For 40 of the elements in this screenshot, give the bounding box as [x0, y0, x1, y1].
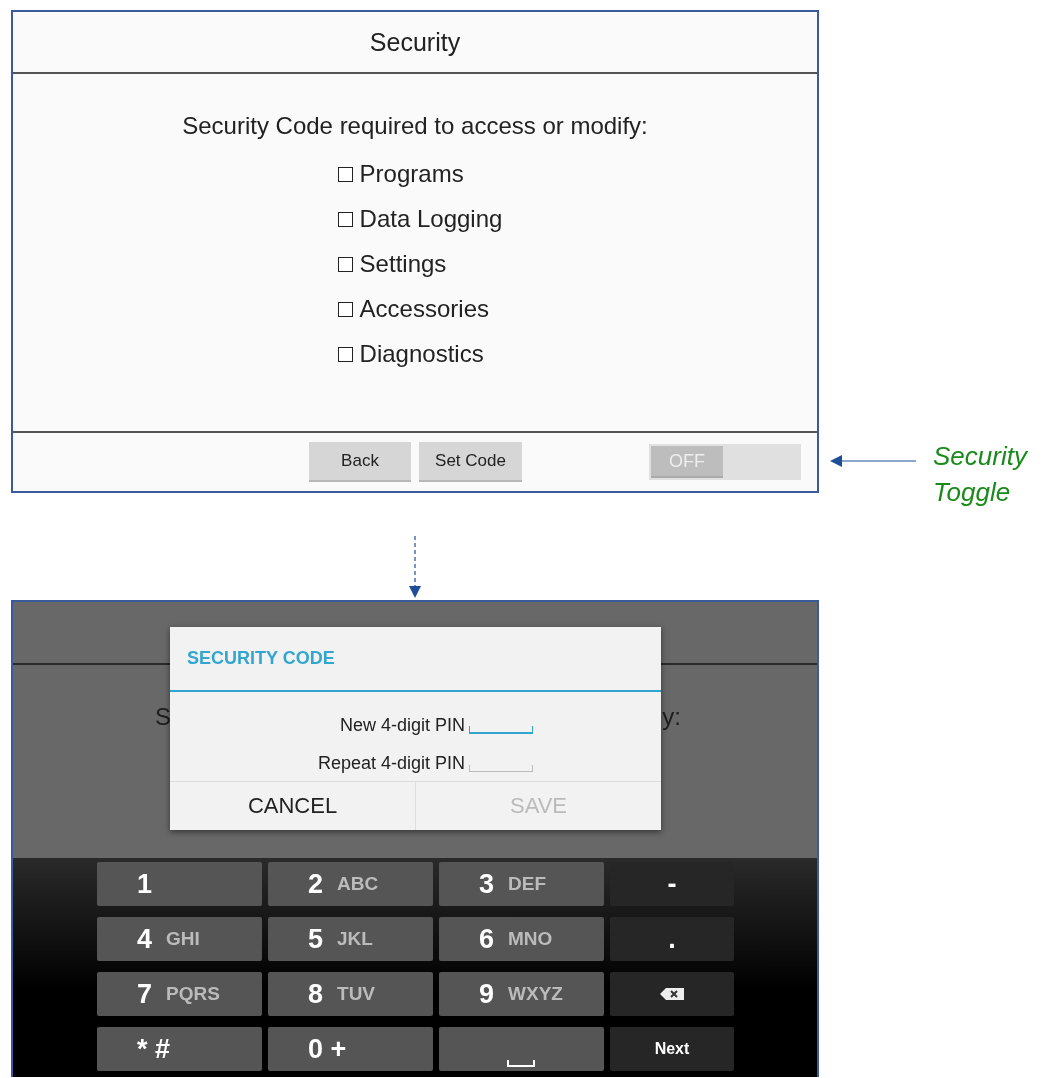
dialog-title: SECURITY CODE	[170, 627, 661, 692]
key[interactable]: 3 DEF	[439, 862, 604, 906]
field-label: New 4-digit PIN	[339, 715, 465, 736]
checkbox[interactable]	[337, 346, 353, 362]
field-label: Repeat 4-digit PIN	[317, 753, 465, 774]
checkbox[interactable]	[337, 256, 353, 272]
space-icon	[507, 1060, 535, 1068]
set-code-button[interactable]: Set Code	[419, 442, 522, 482]
key[interactable]: * #	[97, 1027, 262, 1071]
dashed-arrow	[409, 536, 421, 598]
checkbox[interactable]	[337, 301, 353, 317]
key[interactable]: 1	[97, 862, 262, 906]
background-text: y:	[662, 703, 681, 731]
background-text: S	[155, 703, 171, 731]
key[interactable]: .	[610, 917, 734, 961]
checkbox[interactable]	[337, 166, 353, 182]
checkbox[interactable]	[337, 211, 353, 227]
key[interactable]: 9 WXYZ	[439, 972, 604, 1016]
key[interactable]: 5 JKL	[268, 917, 433, 961]
key[interactable]: 8 TUV	[268, 972, 433, 1016]
pin-field[interactable]	[469, 765, 533, 772]
back-button[interactable]: Back	[309, 442, 411, 482]
key[interactable]: 6 MNO	[439, 917, 604, 961]
callout-label: Security Toggle	[933, 440, 1029, 509]
backspace-key[interactable]	[610, 972, 734, 1016]
screen-title: Security	[369, 27, 461, 57]
key[interactable]: 0 +	[268, 1027, 433, 1071]
cancel-button[interactable]: CANCEL	[170, 782, 415, 830]
next-key[interactable]: Next	[610, 1027, 734, 1071]
option-label: Data Logging	[359, 205, 503, 233]
backspace-icon	[659, 987, 685, 1001]
option-label: Diagnostics	[359, 340, 484, 368]
option-label: Settings	[359, 250, 447, 278]
option-label: Accessories	[359, 295, 489, 323]
prompt-text: Security Code required to access or modify:	[182, 112, 648, 140]
key[interactable]: 4 GHI	[97, 917, 262, 961]
pin-field[interactable]	[469, 726, 533, 734]
key[interactable]: 2 ABC	[268, 862, 433, 906]
key[interactable]: 7 PQRS	[97, 972, 262, 1016]
option-label: Programs	[359, 160, 464, 188]
